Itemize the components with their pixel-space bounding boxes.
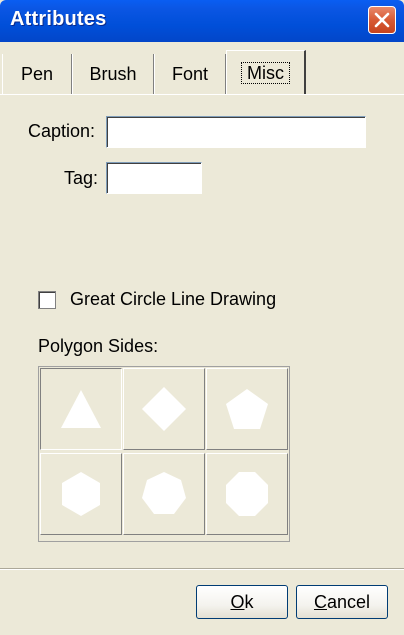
cancel-label: Cancel — [314, 592, 370, 613]
polygon-option-8[interactable] — [206, 453, 288, 535]
polygon-sides-label: Polygon Sides: — [38, 336, 159, 356]
title-bar[interactable]: Attributes — [0, 0, 404, 42]
tab-misc[interactable]: Misc — [226, 50, 306, 94]
cancel-label-rest: ancel — [326, 591, 371, 612]
button-separator-highlight — [0, 569, 404, 570]
tab-brush[interactable]: Brush — [72, 54, 154, 94]
tab-font-label: Font — [171, 63, 209, 84]
tag-input[interactable] — [106, 162, 202, 194]
caption-input[interactable] — [106, 116, 366, 148]
octagon-icon — [226, 472, 268, 516]
cancel-button[interactable]: Cancel — [296, 585, 388, 619]
cancel-mnemonic: C — [313, 591, 327, 612]
tab-strip: Pen Brush Font Misc — [0, 50, 404, 94]
polygon-option-6[interactable] — [40, 453, 122, 535]
ok-label: Ok — [230, 592, 253, 613]
ok-mnemonic: O — [230, 591, 245, 612]
tab-divider — [0, 94, 404, 95]
great-circle-label[interactable]: Great Circle Line Drawing — [70, 289, 276, 310]
tab-font[interactable]: Font — [154, 54, 226, 94]
tab-brush-label: Brush — [89, 63, 137, 84]
pentagon-icon — [226, 389, 268, 429]
ok-label-rest: k — [244, 591, 254, 612]
ok-button[interactable]: Ok — [196, 585, 288, 619]
triangle-icon — [61, 390, 101, 428]
tag-label: Tag: — [64, 168, 99, 188]
great-circle-checkbox[interactable] — [38, 291, 56, 309]
tab-pen[interactable]: Pen — [2, 54, 72, 94]
close-icon — [374, 12, 390, 28]
close-button[interactable] — [368, 6, 396, 34]
polygon-option-4[interactable] — [123, 368, 205, 450]
heptagon-icon — [142, 472, 186, 514]
diamond-icon — [142, 387, 186, 431]
polygon-option-5[interactable] — [206, 368, 288, 450]
window-title: Attributes — [10, 8, 107, 30]
caption-label: Caption: — [28, 121, 96, 141]
tab-pen-label: Pen — [20, 63, 54, 84]
polygon-option-7[interactable] — [123, 453, 205, 535]
polygon-sides-grid — [38, 366, 290, 542]
polygon-option-3[interactable] — [40, 368, 122, 450]
hexagon-icon — [62, 472, 100, 516]
tab-misc-label: Misc — [241, 61, 290, 84]
